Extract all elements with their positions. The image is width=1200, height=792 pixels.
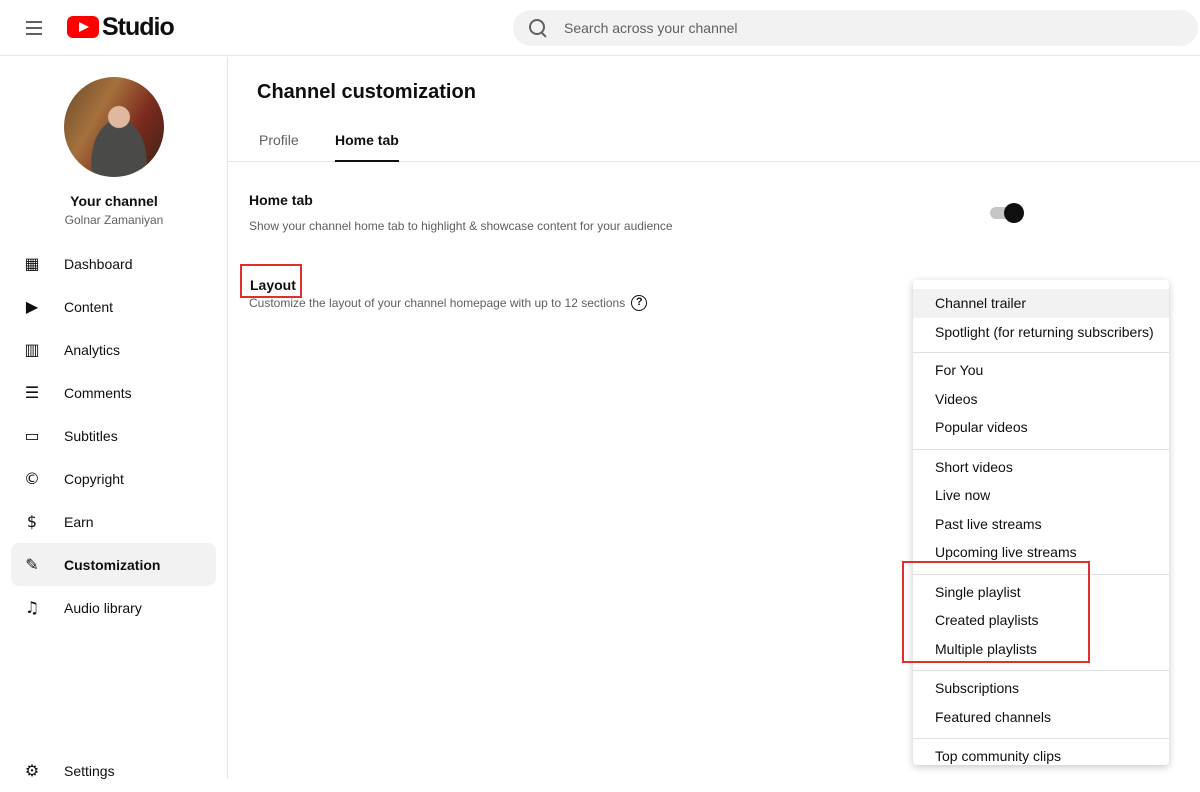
tab-bar: Profile Home tab — [228, 119, 1200, 162]
menu-group: For You Videos Popular videos — [913, 353, 1169, 450]
sidebar-item-content[interactable]: ▶ Content — [11, 285, 216, 328]
menu-item-channel-trailer[interactable]: Channel trailer — [913, 289, 1169, 318]
menu-item-multiple-playlists[interactable]: Multiple playlists — [913, 635, 1169, 664]
menu-item-spotlight-for-returning-subscribers[interactable]: Spotlight (for returning subscribers) — [913, 318, 1169, 347]
channel-handle: Golnar Zamaniyan — [64, 213, 164, 227]
sidebar-item-settings[interactable]: ⚙ Settings — [11, 749, 216, 792]
sidebar-item-label: Content — [64, 298, 114, 315]
menu-group: Top community clips — [913, 739, 1169, 771]
sidebar-item-dashboard[interactable]: ▦ Dashboard — [11, 242, 216, 285]
menu-item-top-community-clips[interactable]: Top community clips — [913, 742, 1169, 771]
dollar-icon: $ — [26, 512, 38, 531]
sidebar-item-comments[interactable]: ☰ Comments — [11, 371, 216, 414]
top-bar: Studio — [0, 0, 1200, 56]
sidebar-item-label: Dashboard — [64, 255, 133, 272]
sidebar-item-label: Comments — [64, 384, 132, 401]
menu-group: Single playlist Created playlists Multiple… — [913, 575, 1169, 671]
gear-icon: ⚙ — [24, 761, 40, 780]
sidebar-item-copyright[interactable]: © Copyright — [11, 457, 216, 500]
studio-logo[interactable]: Studio — [67, 12, 175, 42]
menu-item-for-you[interactable]: For You — [913, 356, 1169, 385]
menu-item-upcoming-live-streams[interactable]: Upcoming live streams — [913, 538, 1169, 567]
home-tab-heading: Home tab — [249, 192, 313, 208]
sidebar-item-audio-library[interactable]: ♫ Audio library — [11, 586, 216, 629]
copyright-icon: © — [24, 469, 40, 488]
sidebar-item-label: Customization — [64, 556, 161, 573]
analytics-icon: ▥ — [24, 340, 40, 359]
sidebar-item-subtitles[interactable]: ▭ Subtitles — [11, 414, 216, 457]
menu-group: Channel trailer Spotlight (for returning … — [913, 280, 1169, 353]
menu-item-past-live-streams[interactable]: Past live streams — [913, 510, 1169, 539]
menu-item-featured-channels[interactable]: Featured channels — [913, 703, 1169, 732]
sidebar-item-label: Settings — [64, 762, 115, 779]
menu-item-live-now[interactable]: Live now — [913, 481, 1169, 510]
help-icon[interactable]: ? — [631, 295, 648, 311]
sidebar-item-earn[interactable]: $ Earn — [11, 500, 216, 543]
sidebar-item-label: Analytics — [64, 341, 121, 358]
menu-icon[interactable] — [20, 16, 48, 40]
page-title: Channel customization — [257, 81, 476, 103]
sidebar-item-customization[interactable]: ✎ Customization — [11, 543, 216, 586]
subtitles-icon: ▭ — [24, 426, 40, 445]
search-bar[interactable] — [513, 10, 1198, 46]
layout-heading: Layout — [240, 264, 302, 298]
home-tab-description: Show your channel home tab to highlight … — [249, 219, 673, 233]
channel-label: Your channel — [70, 193, 158, 209]
sidebar-item-label: Audio library — [64, 599, 142, 616]
magic-wand-icon: ✎ — [25, 555, 39, 574]
sidebar-item-label: Subtitles — [64, 427, 118, 444]
tab-profile[interactable]: Profile — [259, 132, 299, 162]
menu-item-created-playlists[interactable]: Created playlists — [913, 606, 1169, 635]
channel-avatar[interactable] — [64, 77, 164, 177]
search-icon[interactable] — [528, 18, 548, 38]
app-title: Studio — [102, 12, 175, 41]
sidebar-nav: ▦ Dashboard ▶ Content ▥ Analytics ☰ Comments ▭ Su… — [11, 242, 216, 629]
menu-group: Subscriptions Featured channels — [913, 671, 1169, 739]
sidebar-item-label: Copyright — [64, 470, 124, 487]
youtube-play-icon — [67, 16, 99, 38]
content-icon: ▶ — [25, 297, 39, 316]
comments-icon: ☰ — [24, 383, 40, 402]
dashboard-icon: ▦ — [24, 254, 40, 273]
menu-item-popular-videos[interactable]: Popular videos — [913, 413, 1169, 442]
sidebar-item-label: Earn — [64, 513, 94, 530]
menu-item-videos[interactable]: Videos — [913, 385, 1169, 414]
sidebar-item-analytics[interactable]: ▥ Analytics — [11, 328, 216, 371]
menu-group: Short videos Live now Past live streams Upc… — [913, 450, 1169, 575]
tab-home[interactable]: Home tab — [335, 132, 399, 162]
layout-description: Customize the layout of your channel hom… — [249, 296, 626, 310]
search-input[interactable] — [564, 20, 1124, 36]
menu-item-short-videos[interactable]: Short videos — [913, 453, 1169, 482]
add-section-menu: Channel trailer Spotlight (for returning … — [913, 280, 1169, 765]
menu-item-subscriptions[interactable]: Subscriptions — [913, 674, 1169, 703]
layout-description-row: Customize the layout of your channel hom… — [249, 295, 648, 311]
menu-item-single-playlist[interactable]: Single playlist — [913, 578, 1169, 607]
home-tab-toggle[interactable] — [990, 203, 1024, 223]
sidebar: Your channel Golnar Zamaniyan ▦ Dashboard… — [0, 57, 228, 780]
music-icon: ♫ — [24, 598, 40, 617]
